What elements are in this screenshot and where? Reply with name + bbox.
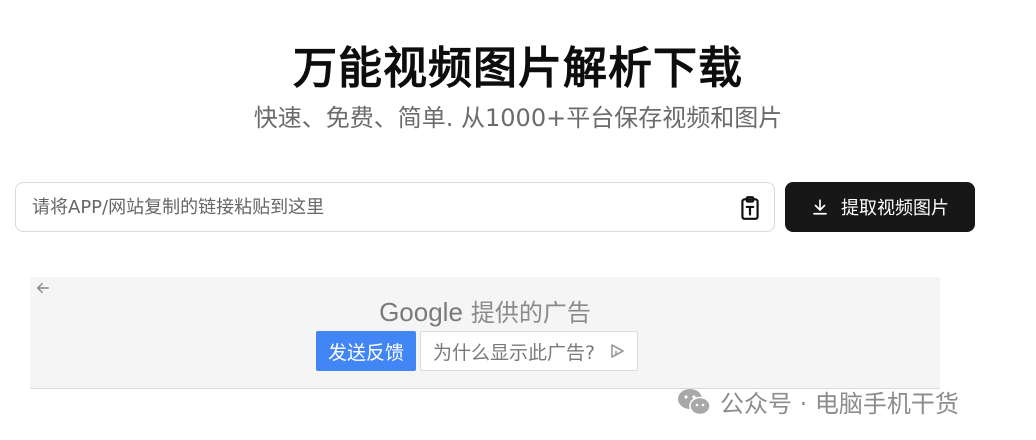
extract-button[interactable]: 提取视频图片	[785, 182, 975, 232]
google-brand: Google	[379, 297, 463, 327]
ad-header: Google 提供的广告	[30, 293, 940, 328]
watermark: 公众号 · 电脑手机干货	[676, 384, 959, 419]
clipboard-paste-icon	[741, 196, 759, 220]
url-input-container	[15, 182, 775, 232]
extract-button-label: 提取视频图片	[841, 198, 949, 219]
paste-button[interactable]	[736, 194, 764, 222]
ad-header-text: 提供的广告	[470, 299, 591, 327]
url-input[interactable]	[16, 183, 774, 231]
watermark-text: 公众号 · 电脑手机干货	[720, 390, 959, 418]
send-feedback-label: 发送反馈	[328, 341, 405, 364]
hero-section: 万能视频图片解析下载 快速、免费、简单. 从1000+平台保存视频和图片	[0, 40, 1036, 134]
adchoices-icon	[611, 344, 624, 358]
page-subtitle: 快速、免费、简单. 从1000+平台保存视频和图片	[253, 104, 783, 132]
ad-actions: 发送反馈 为什么显示此广告?	[316, 331, 639, 371]
ad-container: Google 提供的广告 发送反馈 为什么显示此广告?	[30, 277, 940, 389]
page-title: 万能视频图片解析下载	[293, 43, 743, 94]
download-icon	[813, 199, 827, 215]
wechat-icon	[678, 388, 711, 415]
send-feedback-button[interactable]: 发送反馈	[316, 331, 417, 371]
search-row: 提取视频图片	[15, 182, 975, 232]
why-this-ad-button[interactable]: 为什么显示此广告?	[420, 331, 639, 371]
why-this-ad-label: 为什么显示此广告?	[433, 341, 596, 364]
